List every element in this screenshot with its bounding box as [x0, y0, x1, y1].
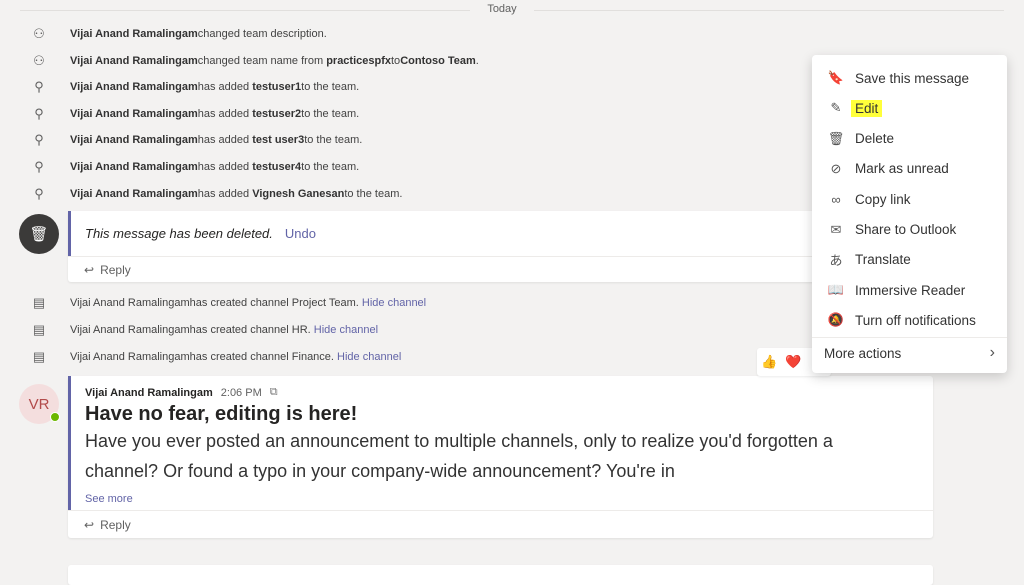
menu-item-edit[interactable]: ✎ Edit: [812, 94, 1007, 122]
add-person-icon: ⚲: [34, 159, 44, 174]
system-message: ⚇ Vijai Anand Ramalingam changed team nam…: [0, 51, 479, 71]
mail-icon: ✉: [830, 221, 842, 237]
see-more-link[interactable]: See more: [85, 493, 933, 505]
menu-item-delete[interactable]: 🗑 Delete: [812, 125, 1007, 153]
menu-item-immersive-reader[interactable]: 📖 Immersive Reader: [812, 276, 1007, 304]
system-message: ⚲ Vijai Anand Ramalingam has added testus…: [0, 104, 359, 124]
menu-item-translate[interactable]: あ Translate: [812, 246, 1007, 274]
bookmark-icon: 🔖: [827, 70, 845, 85]
pencil-icon: ✎: [830, 100, 842, 116]
menu-item-turn-off-notifications[interactable]: 🔕 Turn off notifications: [812, 306, 1007, 334]
like-reaction-button[interactable]: 👍: [761, 354, 777, 370]
menu-item-save-this-message[interactable]: 🔖 Save this message: [812, 64, 1007, 92]
message-card: Vijai Anand Ramalingam 2:06 PM ⧉ Have no…: [68, 376, 933, 538]
immersive-reader-icon: 📖: [827, 282, 845, 298]
post-body: Have you ever posted an announcement to …: [85, 431, 833, 481]
add-person-icon: ⚲: [34, 106, 44, 121]
trash-icon: 🗑: [827, 130, 845, 146]
next-message-card: [68, 565, 933, 585]
channel-created-message: ▤ Vijai Anand Ramalingam has created chan…: [0, 347, 401, 367]
undo-link[interactable]: Undo: [285, 226, 316, 241]
author-name: Vijai Anand Ramalingam: [85, 386, 213, 399]
add-person-icon: ⚲: [34, 186, 44, 201]
menu-item-more-actions[interactable]: More actions ›: [812, 339, 1007, 367]
timestamp: 2:06 PM: [220, 386, 262, 399]
menu-item-share-to-outlook[interactable]: ✉ Share to Outlook: [812, 216, 1007, 244]
menu-divider: [812, 337, 1007, 338]
presence-available-icon: [50, 412, 60, 422]
system-message: ⚲ Vijai Anand Ramalingam has added test u…: [0, 130, 362, 150]
reply-icon: ↩: [84, 517, 95, 532]
team-icon: ⚇: [33, 53, 45, 68]
translate-icon: あ: [829, 253, 843, 269]
channel-icon: ▤: [32, 322, 46, 337]
avatar[interactable]: VR: [19, 384, 60, 424]
system-message: ⚲ Vijai Anand Ramalingam has added testus…: [0, 77, 359, 97]
channel-created-message: ▤ Vijai Anand Ramalingam has created chan…: [0, 320, 378, 340]
system-message: ⚲ Vijai Anand Ramalingam has added Vignes…: [0, 184, 402, 204]
team-icon: ⚇: [33, 26, 45, 41]
date-label: Today: [470, 3, 534, 15]
post-title: Have no fear, editing is here!: [85, 403, 358, 425]
menu-item-mark-as-unread[interactable]: ⊘ Mark as unread: [812, 155, 1007, 183]
reply-button[interactable]: ↩ Reply: [68, 510, 933, 538]
bell-off-icon: 🔕: [827, 312, 845, 328]
link-icon: ∞: [831, 191, 841, 207]
channel-icon: ▤: [32, 295, 46, 310]
add-person-icon: ⚲: [34, 79, 44, 94]
system-message: ⚲ Vijai Anand Ramalingam has added testus…: [0, 157, 359, 177]
system-message: ⚇ Vijai Anand Ramalingam changed team des…: [0, 24, 330, 44]
reply-button[interactable]: ↩ Reply: [68, 256, 828, 283]
copy-icon: ⧉: [269, 386, 278, 398]
channel-created-message: ▤ Vijai Anand Ramalingam has created chan…: [0, 293, 426, 313]
hide-channel-link[interactable]: Hide channel: [337, 351, 401, 363]
deleted-icon-button[interactable]: 🗑: [19, 214, 59, 254]
hide-channel-link[interactable]: Hide channel: [314, 324, 378, 336]
message-actions-menu: More actions › 🔖 Save this message ✎ Edit 🗑 D…: [812, 55, 1007, 373]
unread-icon: ⊘: [830, 160, 842, 176]
channel-icon: ▤: [32, 349, 46, 364]
deleted-message-card: This message has been deleted. Undo ↩ Rep…: [68, 211, 828, 282]
deleted-text: This message has been deleted.: [85, 226, 273, 241]
add-person-icon: ⚲: [34, 132, 44, 147]
reply-icon: ↩: [84, 263, 95, 277]
hide-channel-link[interactable]: Hide channel: [362, 297, 426, 309]
menu-item-copy-link[interactable]: ∞ Copy link: [812, 185, 1007, 213]
trash-icon: 🗑: [29, 226, 49, 243]
chevron-right-icon: ›: [989, 344, 995, 361]
heart-reaction-button[interactable]: ❤️: [785, 354, 801, 370]
